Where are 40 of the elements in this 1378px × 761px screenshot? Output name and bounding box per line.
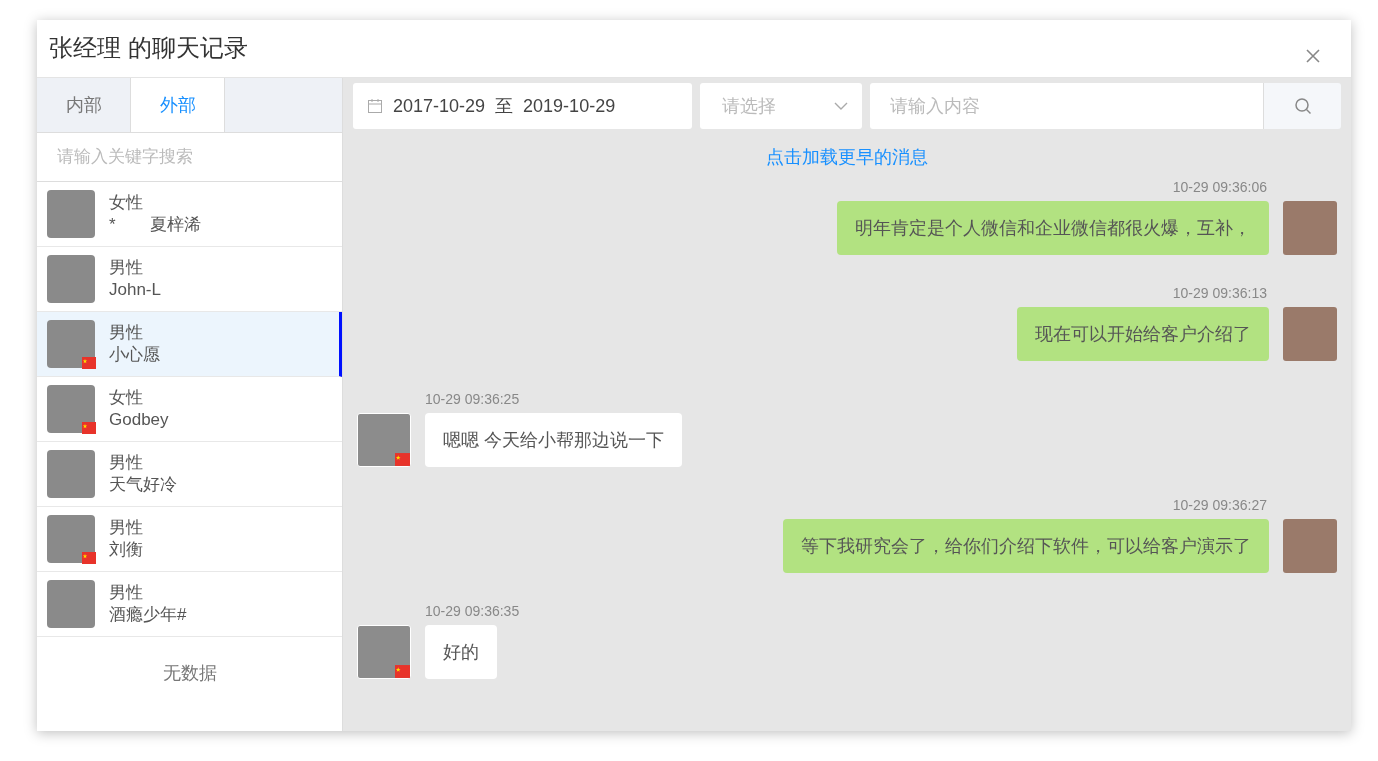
message-bubble: 现在可以开始给客户介绍了 bbox=[1017, 307, 1269, 361]
chevron-down-icon bbox=[834, 102, 848, 110]
contact-gender: 男性 bbox=[109, 257, 144, 279]
message-bubble: 明年肯定是个人微信和企业微信都很火爆，互补， bbox=[837, 201, 1269, 255]
contact-name: 刘衡 bbox=[109, 539, 143, 561]
avatar-photo-placeholder bbox=[47, 255, 95, 303]
content-input-field[interactable]: 请输入内容 bbox=[870, 83, 1263, 129]
contact-gender: 男性 bbox=[109, 582, 144, 604]
message-time: 10-29 09:36:35 bbox=[425, 602, 521, 621]
empty-text: 无数据 bbox=[161, 662, 218, 685]
contact-name: 天气好冷 bbox=[109, 474, 177, 496]
search-icon bbox=[1293, 97, 1312, 115]
calendar-icon bbox=[367, 98, 383, 114]
message-time: 10-29 09:36:06 bbox=[1172, 178, 1267, 197]
message-time: 10-29 09:36:13 bbox=[1172, 284, 1267, 303]
contact-gender: 男性 bbox=[109, 322, 144, 344]
contact-name: * 夏梓浠 bbox=[109, 214, 201, 236]
message-time: 10-29 09:36:27 bbox=[1172, 496, 1267, 515]
avatar-photo-placeholder bbox=[47, 450, 95, 498]
close-icon[interactable] bbox=[1305, 48, 1321, 64]
contact-name: Godbey bbox=[109, 409, 169, 431]
avatar-photo-placeholder bbox=[1283, 307, 1337, 361]
window-title: 张经理 的聊天记录 bbox=[49, 33, 248, 63]
contact-gender: 女性 bbox=[109, 192, 144, 214]
contact-gender: 男性 bbox=[109, 452, 144, 474]
contact-name: 小心愿 bbox=[109, 344, 160, 366]
avatar-photo-placeholder bbox=[1283, 201, 1337, 255]
contact-gender: 男性 bbox=[109, 517, 143, 539]
contact-gender: 女性 bbox=[109, 387, 144, 409]
contact-name: 酒瘾少年# bbox=[109, 604, 187, 626]
message-bubble: 好的 bbox=[425, 625, 497, 679]
date-range-field[interactable]: 2017-10-29 至 2019-10-29 bbox=[353, 83, 692, 129]
avatar-photo-placeholder bbox=[47, 190, 95, 238]
message-bubble: 等下我研究会了，给你们介绍下软件，可以给客户演示了 bbox=[783, 519, 1269, 573]
contact-item[interactable]: 男性 小心愿 bbox=[37, 312, 342, 377]
contact-name: John-L bbox=[109, 279, 161, 301]
avatar-photo-placeholder bbox=[47, 580, 95, 628]
avatar-photo-placeholder bbox=[1283, 519, 1337, 573]
message-bubble: 嗯嗯 今天给小帮那边说一下 bbox=[425, 413, 682, 467]
message-time: 10-29 09:36:25 bbox=[425, 390, 521, 409]
